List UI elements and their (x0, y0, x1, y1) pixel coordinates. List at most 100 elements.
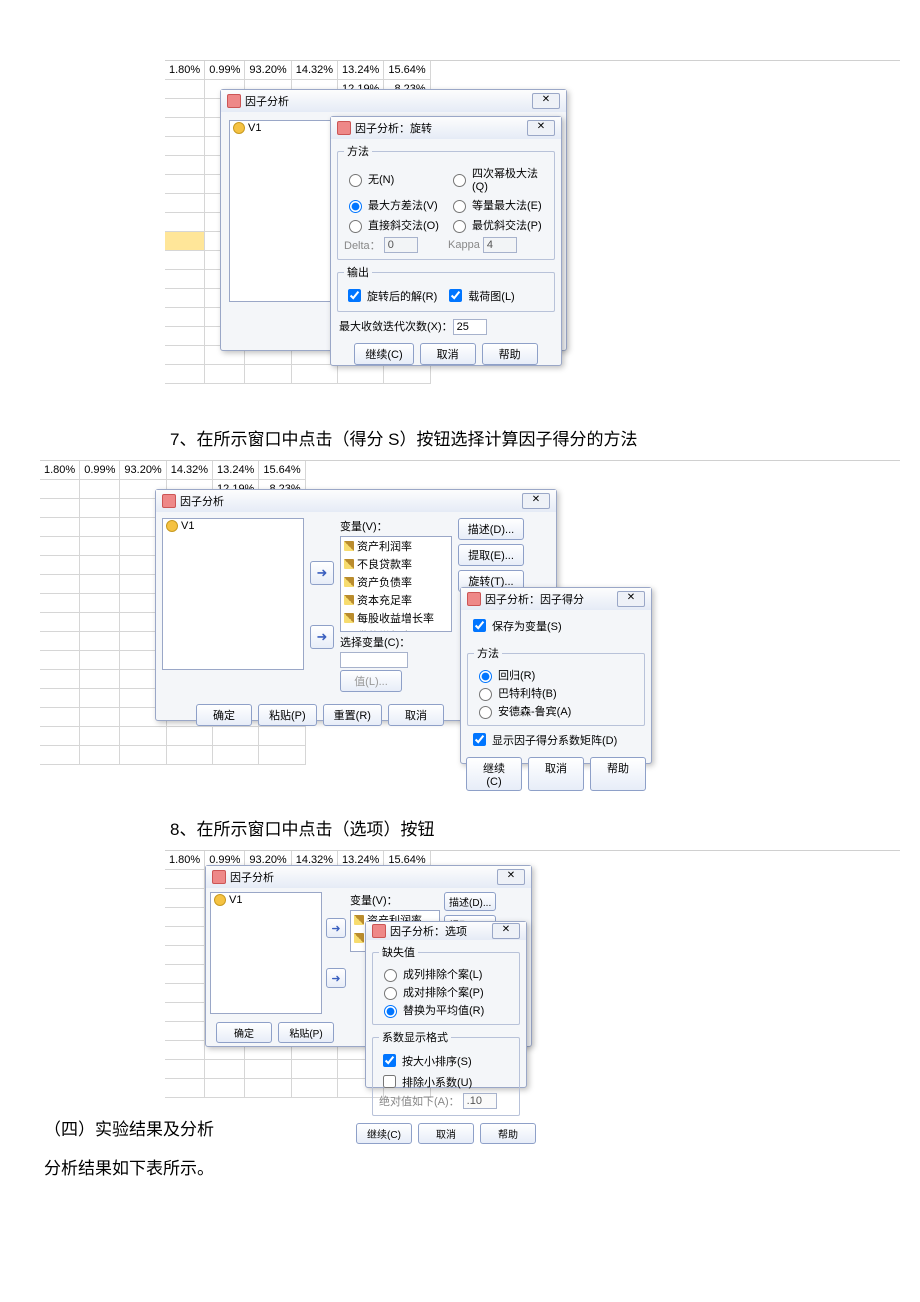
extract-button[interactable]: 提取(E)... (458, 544, 524, 566)
cancel-button[interactable]: 取消 (388, 704, 444, 726)
help-button[interactable]: 帮助 (480, 1123, 536, 1144)
results-text: 分析结果如下表所示。 (44, 1154, 920, 1179)
factor-score-dialog[interactable]: 因子分析：因子得分 ✕ 保存为变量(S) 方法 回归(R) 巴特利特(B) 安德森… (460, 587, 652, 764)
legend-coef-format: 系数显示格式 (379, 1029, 451, 1045)
continue-button[interactable]: 继续(C) (466, 757, 522, 791)
dialog-title: 因子分析：选项 (390, 923, 467, 939)
dialog-title: 因子分析：因子得分 (485, 591, 584, 607)
app-icon (227, 94, 241, 108)
coef-format-group: 系数显示格式 按大小排序(S) 排除小系数(U) 绝对值如下(A)： (372, 1029, 520, 1116)
help-button[interactable]: 帮助 (482, 343, 538, 365)
check-suppress[interactable]: 排除小系数(U) (379, 1072, 513, 1091)
radio-anderson[interactable]: 安德森-鲁宾(A) (474, 703, 638, 719)
source-var-list[interactable]: V1 (210, 892, 322, 1014)
app-icon (212, 870, 226, 884)
scale-icon (354, 915, 364, 925)
dialog-title: 因子分析 (230, 869, 274, 885)
figure-options-dialog: 1.80%0.99%93.20%14.32%13.24%15.64% 12.19… (165, 850, 900, 1101)
continue-button[interactable]: 继续(C) (354, 343, 413, 365)
cancel-button[interactable]: 取消 (418, 1123, 474, 1144)
radio-bartlett[interactable]: 巴特利特(B) (474, 685, 638, 701)
radio-regression[interactable]: 回归(R) (474, 667, 638, 683)
variable-item: V1 (181, 520, 194, 532)
check-coef-matrix[interactable]: 显示因子得分系数矩阵(D) (469, 730, 643, 749)
cancel-button[interactable]: 取消 (528, 757, 584, 791)
legend-method: 方法 (344, 143, 372, 159)
app-icon (337, 121, 351, 135)
value-button[interactable]: 值(L)... (340, 670, 402, 692)
radio-none[interactable]: 无(N) (344, 165, 444, 193)
scale-icon (344, 559, 354, 569)
kappa-field: Kappa (448, 237, 548, 253)
variable-icon (233, 122, 245, 134)
help-button[interactable]: 帮助 (590, 757, 646, 791)
paste-button[interactable]: 粘贴(P) (278, 1022, 334, 1043)
variable-icon (214, 894, 226, 906)
vars-label: 变量(V)： (340, 518, 452, 534)
describe-button[interactable]: 描述(D)... (458, 518, 524, 540)
radio-oblimin[interactable]: 直接斜交法(O) (344, 217, 444, 233)
selected-var-list[interactable]: 资产利润率 不良贷款率 资产负债率 资本充足率 每股收益增长率 贷款增长率 存款… (340, 536, 452, 632)
scale-icon (344, 595, 354, 605)
dialog-title: 因子分析 (180, 493, 224, 509)
reset-button[interactable]: 重置(R) (323, 704, 382, 726)
vars-label: 变量(V)： (350, 892, 440, 908)
check-loading-plot[interactable]: 载荷图(L) (445, 286, 514, 305)
variable-list[interactable]: V1 (229, 120, 331, 302)
radio-varimax[interactable]: 最大方差法(V) (344, 197, 444, 213)
radio-pairwise[interactable]: 成对排除个案(P) (379, 984, 513, 1000)
scale-icon (344, 541, 354, 551)
close-icon[interactable]: ✕ (497, 869, 525, 885)
describe-button[interactable]: 描述(D)... (444, 892, 496, 911)
missing-group: 缺失值 成列排除个案(L) 成对排除个案(P) 替换为平均值(R) (372, 944, 520, 1025)
radio-listwise[interactable]: 成列排除个案(L) (379, 966, 513, 982)
move-right-button[interactable]: ➜ (326, 968, 346, 988)
selvar-label: 选择变量(C)： (340, 634, 452, 650)
app-icon (467, 592, 481, 606)
ok-button[interactable]: 确定 (216, 1022, 272, 1043)
figure-score-dialog: 1.80%0.99%93.20%14.32%13.24%15.64% 12.19… (40, 460, 900, 801)
scale-icon (344, 613, 354, 623)
radio-equamax[interactable]: 等量最大法(E) (448, 197, 548, 213)
scale-icon (344, 577, 354, 587)
caption-step8: 8、在所示窗口中点击（选项）按钮 (170, 815, 920, 840)
legend-method: 方法 (474, 645, 502, 661)
figure-rotate-dialog: 1.80%0.99%93.20%14.32%13.24%15.64% 12.19… (165, 60, 900, 411)
delta-field: Delta： (344, 237, 444, 253)
variable-item: V1 (248, 122, 261, 134)
score-method-group: 方法 回归(R) 巴特利特(B) 安德森-鲁宾(A) (467, 645, 645, 726)
output-group: 输出 旋转后的解(R) 载荷图(L) (337, 264, 555, 312)
dialog-title: 因子分析：旋转 (355, 120, 432, 136)
options-dialog[interactable]: 因子分析：选项 ✕ 缺失值 成列排除个案(L) 成对排除个案(P) 替换为平均值(… (365, 921, 527, 1088)
move-right-button[interactable]: ➜ (326, 918, 346, 938)
select-var-input[interactable] (340, 652, 408, 668)
radio-mean[interactable]: 替换为平均值(R) (379, 1002, 513, 1018)
source-var-list[interactable]: V1 (162, 518, 304, 670)
max-iter-row: 最大收敛迭代次数(X)： (331, 316, 561, 337)
app-icon (372, 924, 386, 938)
close-icon[interactable]: ✕ (617, 591, 645, 607)
paste-button[interactable]: 粘贴(P) (258, 704, 317, 726)
close-icon[interactable]: ✕ (527, 120, 555, 136)
close-icon[interactable]: ✕ (492, 923, 520, 939)
app-icon (162, 494, 176, 508)
dialog-title: 因子分析 (245, 93, 289, 109)
continue-button[interactable]: 继续(C) (356, 1123, 412, 1144)
cancel-button[interactable]: 取消 (420, 343, 476, 365)
max-iter-input[interactable] (453, 319, 487, 335)
check-save-as-var[interactable]: 保存为变量(S) (469, 616, 643, 635)
abs-value-row: 绝对值如下(A)： (379, 1093, 513, 1109)
move-right-button[interactable]: ➜ (310, 561, 334, 585)
check-rotated-solution[interactable]: 旋转后的解(R) (344, 286, 437, 305)
move-right-button[interactable]: ➜ (310, 625, 334, 649)
close-icon[interactable]: ✕ (532, 93, 560, 109)
rotate-dialog[interactable]: 因子分析：旋转 ✕ 方法 无(N) 四次幂极大法(Q) 最大方差法(V) 等量最大… (330, 116, 562, 366)
scale-icon (344, 631, 354, 632)
caption-step7: 7、在所示窗口中点击（得分 S）按钮选择计算因子得分的方法 (170, 425, 920, 450)
radio-promax[interactable]: 最优斜交法(P) (448, 217, 548, 233)
close-icon[interactable]: ✕ (522, 493, 550, 509)
ok-button[interactable]: 确定 (196, 704, 252, 726)
radio-quartimax[interactable]: 四次幂极大法(Q) (448, 165, 548, 193)
check-sort[interactable]: 按大小排序(S) (379, 1051, 513, 1070)
legend-missing: 缺失值 (379, 944, 418, 960)
